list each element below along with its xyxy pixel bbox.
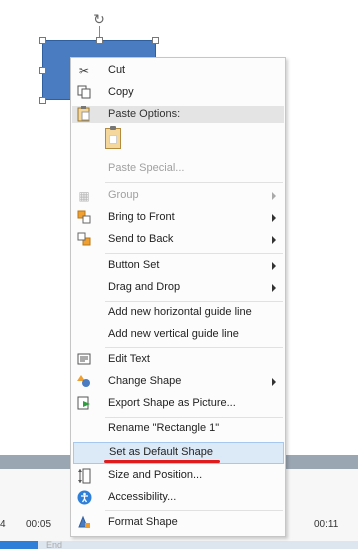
context-menu: ✂ Cut Copy Paste Options: Paste Special.…: [70, 57, 286, 537]
annotation-underline: [104, 460, 220, 463]
menu-item-change-shape[interactable]: Change Shape: [72, 371, 284, 393]
menu-item-export-shape[interactable]: Export Shape as Picture...: [72, 393, 284, 415]
menu-item-label: Bring to Front: [108, 211, 175, 223]
resize-handle-sw[interactable]: [39, 97, 46, 104]
menu-item-rename[interactable]: Rename "Rectangle 1": [72, 418, 284, 440]
submenu-arrow-icon: [272, 236, 276, 244]
menu-item-label: Change Shape: [108, 375, 182, 387]
menu-item-label: Set as Default Shape: [109, 446, 213, 458]
resize-handle-nw[interactable]: [39, 37, 46, 44]
export-picture-icon: [76, 396, 92, 412]
menu-item-button-set[interactable]: Button Set: [72, 255, 284, 277]
menu-separator: [105, 253, 283, 254]
submenu-arrow-icon: [272, 284, 276, 292]
send-to-back-icon: [76, 232, 92, 248]
submenu-arrow-icon: [272, 378, 276, 386]
resize-handle-w[interactable]: [39, 67, 46, 74]
menu-item-label: Export Shape as Picture...: [108, 397, 236, 409]
menu-item-label: Size and Position...: [108, 469, 203, 481]
menu-item-cut[interactable]: ✂ Cut: [72, 60, 284, 82]
menu-separator: [105, 182, 283, 183]
menu-item-edit-text[interactable]: Edit Text: [72, 349, 284, 371]
submenu-arrow-icon: [272, 192, 276, 200]
menu-item-group[interactable]: ▦ Group: [72, 185, 284, 207]
menu-item-label: Add new vertical guide line: [108, 328, 239, 340]
menu-item-label: Copy: [108, 86, 134, 98]
copy-icon: [76, 85, 92, 101]
menu-item-label: Button Set: [108, 259, 160, 271]
paste-keep-formatting-icon[interactable]: [105, 126, 121, 149]
format-shape-icon: [76, 515, 92, 531]
resize-handle-ne[interactable]: [152, 37, 159, 44]
menu-separator: [105, 510, 283, 511]
menu-item-label: Edit Text: [108, 353, 150, 365]
menu-item-accessibility[interactable]: Accessibility...: [72, 487, 284, 509]
menu-item-label: Accessibility...: [108, 491, 177, 503]
menu-item-add-horizontal-guide[interactable]: Add new horizontal guide line: [72, 302, 284, 324]
edit-text-icon: [76, 352, 92, 368]
paste-options-label: Paste Options:: [108, 108, 181, 120]
menu-item-drag-and-drop[interactable]: Drag and Drop: [72, 277, 284, 299]
menu-item-paste-special[interactable]: Paste Special...: [72, 158, 284, 180]
timeline-tick: 00:05: [26, 519, 52, 530]
submenu-arrow-icon: [272, 262, 276, 270]
timeline-progress: [0, 541, 38, 549]
paste-options-header: Paste Options:: [72, 106, 284, 123]
accessibility-icon: [76, 490, 92, 506]
menu-item-format-shape[interactable]: Format Shape: [72, 512, 284, 534]
menu-item-copy[interactable]: Copy: [72, 82, 284, 104]
menu-item-label: Drag and Drop: [108, 281, 181, 293]
menu-item-add-vertical-guide[interactable]: Add new vertical guide line: [72, 324, 284, 346]
menu-item-size-position[interactable]: Size and Position...: [72, 465, 284, 487]
change-shape-icon: [76, 374, 92, 390]
menu-item-label: Format Shape: [108, 516, 178, 528]
size-position-icon: [76, 468, 92, 484]
menu-item-label: Send to Back: [108, 233, 174, 245]
rotate-handle-icon[interactable]: ↻: [92, 12, 106, 26]
submenu-arrow-icon: [272, 214, 276, 222]
group-icon: ▦: [78, 189, 90, 203]
menu-item-label: Add new horizontal guide line: [108, 306, 252, 318]
menu-item-label: Cut: [108, 64, 126, 76]
menu-item-send-to-back[interactable]: Send to Back: [72, 229, 284, 251]
menu-item-bring-to-front[interactable]: Bring to Front: [72, 207, 284, 229]
menu-item-label: Rename "Rectangle 1": [108, 422, 220, 434]
timeline-tick: 4: [0, 519, 6, 530]
clipboard-icon: [76, 106, 92, 122]
menu-item-label: Group: [108, 189, 139, 201]
timeline-tick: 00:11: [314, 519, 339, 530]
scissors-icon: ✂: [78, 64, 90, 78]
menu-item-label: Paste Special...: [108, 162, 185, 174]
resize-handle-n[interactable]: [96, 37, 103, 44]
menu-separator: [105, 347, 283, 348]
bring-to-front-icon: [76, 210, 92, 226]
